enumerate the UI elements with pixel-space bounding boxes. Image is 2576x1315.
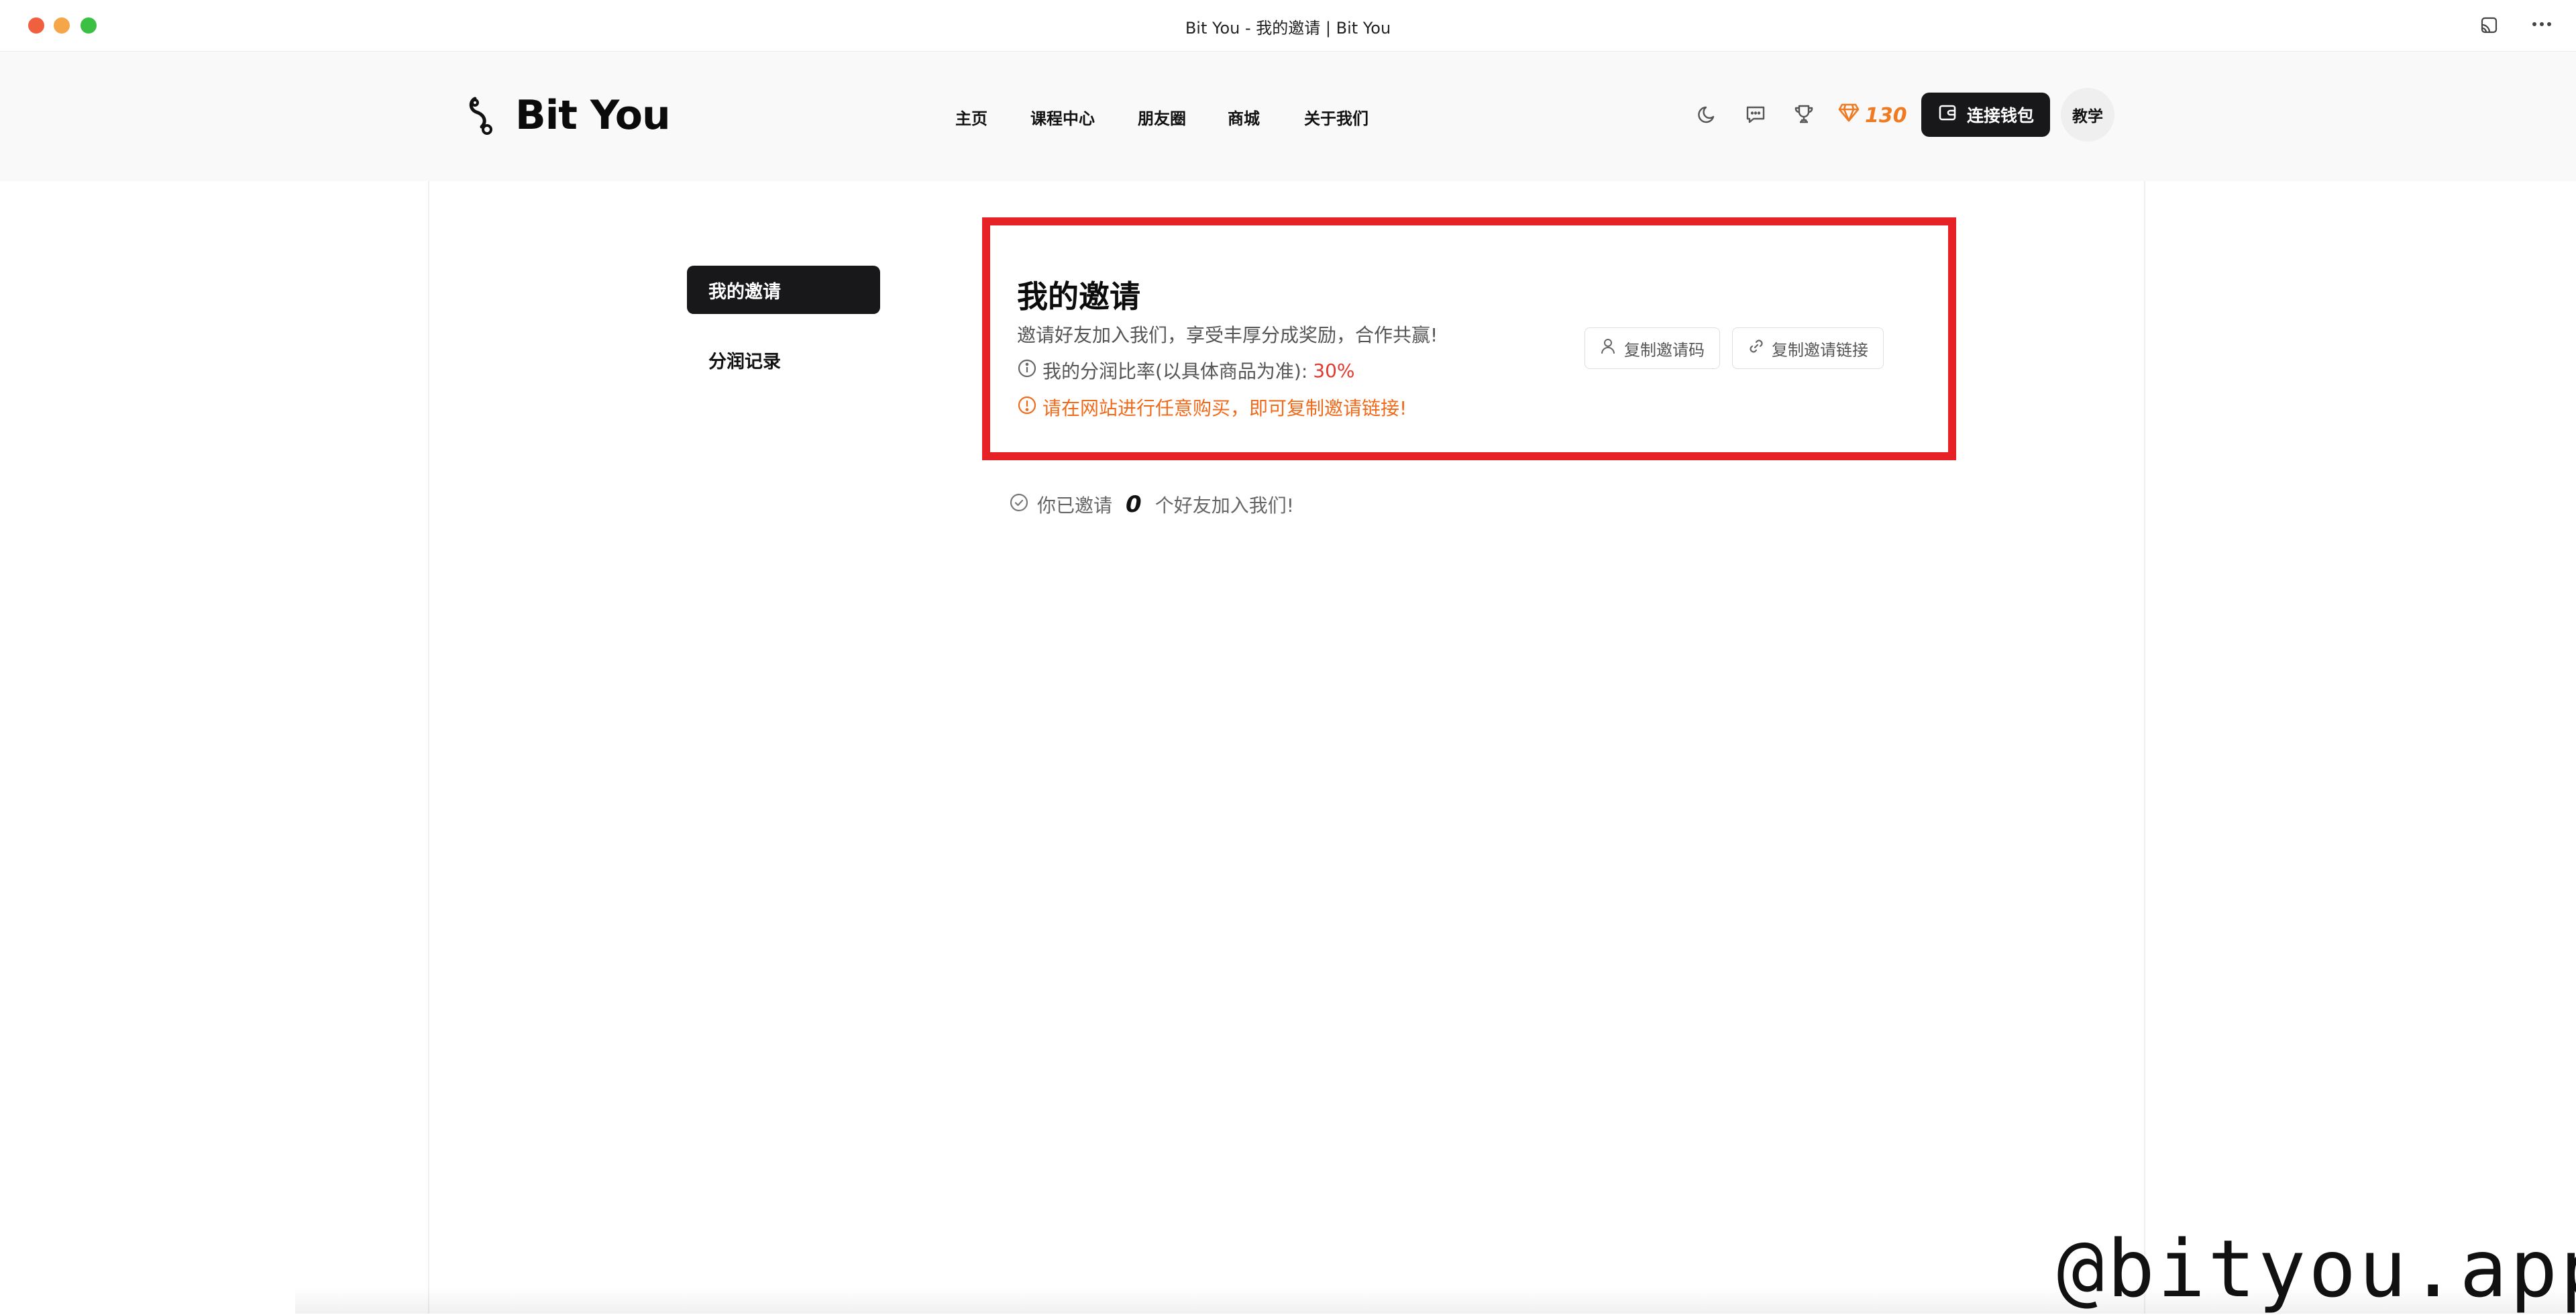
invited-prefix: 你已邀请 — [1037, 494, 1113, 517]
points-display[interactable]: 130 — [1838, 103, 1907, 128]
commission-rate-value: 30% — [1313, 359, 1355, 382]
connect-wallet-label: 连接钱包 — [1966, 106, 2034, 125]
wallet-icon — [1937, 103, 1957, 127]
invite-card: 我的邀请 邀请好友加入我们，享受丰厚分成奖励，合作共赢! 我的分润比率(以具体商… — [982, 217, 1956, 460]
logo-text[interactable]: Bit You — [515, 92, 671, 139]
copy-invite-code-label: 复制邀请码 — [1624, 340, 1705, 360]
watermark: @bityou.app — [2057, 1222, 2576, 1315]
purchase-warning-text: 请在网站进行任意购买，即可复制邀请链接! — [1042, 397, 1407, 419]
invited-count: 0 — [1126, 491, 1142, 518]
copy-invite-code-button[interactable]: 复制邀请码 — [1585, 327, 1720, 369]
commission-rate-label: 我的分润比率(以具体商品为准): — [1042, 360, 1308, 382]
window-titlebar: Bit You - 我的邀请 | Bit You — [0, 0, 2576, 52]
sidebar-item-label: 分润记录 — [708, 351, 781, 372]
copy-invite-link-label: 复制邀请链接 — [1772, 340, 1868, 360]
window-title: Bit You - 我的邀请 | Bit You — [1185, 19, 1391, 38]
points-value: 130 — [1865, 103, 1907, 127]
more-icon[interactable] — [2532, 19, 2552, 32]
content-border-right — [2144, 181, 2145, 1314]
invited-count-row: 你已邀请 0 个好友加入我们! — [1009, 491, 1294, 518]
page-title: 我的邀请 — [1017, 278, 1140, 315]
nav-courses[interactable]: 课程中心 — [1030, 105, 1095, 129]
trophy-icon[interactable] — [1792, 103, 1815, 128]
nav-about[interactable]: 关于我们 — [1304, 105, 1368, 129]
nav-moments[interactable]: 朋友圈 — [1138, 105, 1186, 129]
tutorial-button[interactable]: 教学 — [2061, 88, 2114, 142]
nav-home[interactable]: 主页 — [955, 105, 987, 129]
warning-icon — [1017, 395, 1037, 420]
message-icon[interactable] — [1744, 103, 1767, 128]
invited-suffix: 个好友加入我们! — [1155, 494, 1294, 517]
commission-rate-row: 我的分润比率(以具体商品为准): 30% — [1017, 357, 1355, 384]
logo-icon[interactable] — [467, 96, 496, 138]
diamond-icon — [1838, 103, 1860, 128]
invite-description: 邀请好友加入我们，享受丰厚分成奖励，合作共赢! — [1017, 324, 1438, 346]
content-border-left — [428, 181, 429, 1314]
sidebar-item-my-invites[interactable]: 我的邀请 — [687, 266, 880, 314]
connect-wallet-button[interactable]: 连接钱包 — [1921, 93, 2050, 137]
user-icon — [1600, 337, 1617, 359]
link-icon — [1748, 337, 1765, 359]
sidebar-item-commission-records[interactable]: 分润记录 — [687, 335, 880, 384]
nav-shop[interactable]: 商城 — [1228, 105, 1260, 129]
purchase-warning-row: 请在网站进行任意购买，即可复制邀请链接! — [1017, 394, 1407, 421]
info-icon — [1017, 358, 1037, 383]
screen-mirror-icon[interactable] — [2478, 15, 2500, 39]
copy-invite-link-button[interactable]: 复制邀请链接 — [1732, 327, 1884, 369]
moon-icon[interactable] — [1696, 103, 1719, 128]
check-circle-icon — [1009, 492, 1029, 517]
site-header: Bit You 主页 课程中心 朋友圈 商城 关于我们 130 连接钱包 教学 — [0, 52, 2576, 181]
sidebar-item-label: 我的邀请 — [708, 281, 781, 303]
